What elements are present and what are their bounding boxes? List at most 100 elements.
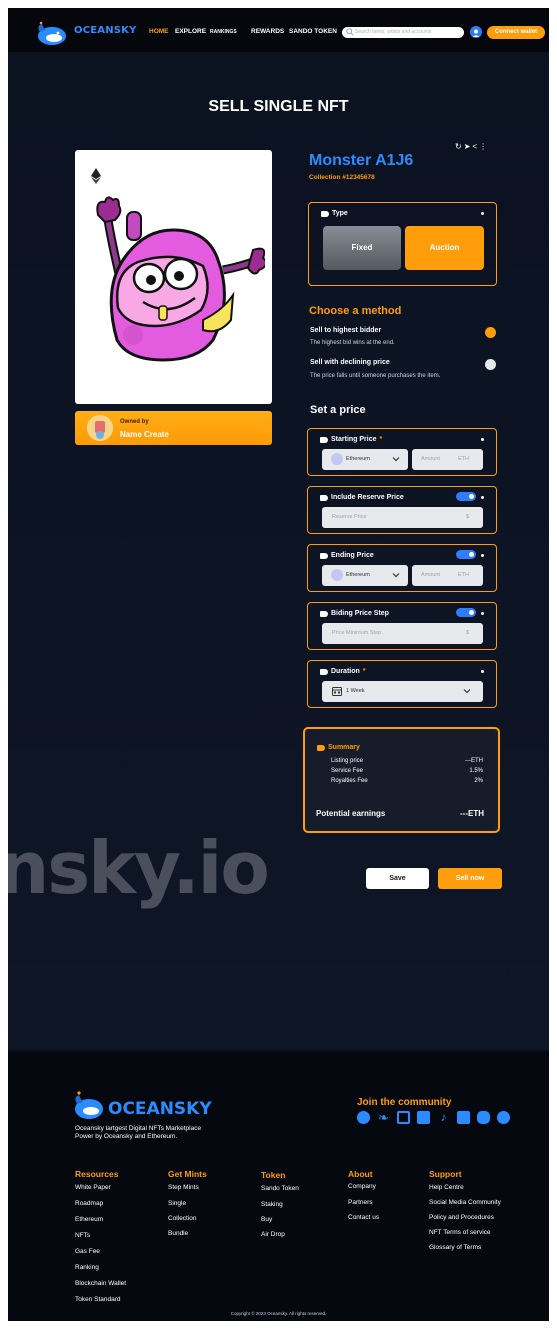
nav-rankings[interactable]: RANKINGS	[210, 29, 237, 35]
footer-link[interactable]: Collection	[168, 1215, 197, 1222]
footer-link[interactable]: Policy and Procedures	[429, 1214, 494, 1221]
watermark-text: nsky.io	[8, 826, 270, 910]
method-highest-bidder-desc: The highest bid wins at the end.	[310, 340, 395, 346]
more-icon[interactable]: ⋮	[479, 142, 489, 151]
price-heading: Set a price	[310, 404, 366, 416]
footer-link[interactable]: Buy	[261, 1216, 272, 1223]
search-placeholder: Search items, artists and accounts	[355, 29, 432, 35]
tag-icon	[320, 494, 328, 501]
discord-icon[interactable]	[477, 1111, 490, 1124]
telegram-icon[interactable]	[497, 1111, 510, 1124]
sell-now-button[interactable]: Sell now	[438, 868, 502, 889]
footer-desc-line2: Power by Oceansky and Ethereum.	[75, 1133, 178, 1140]
starting-price-header: Starting Price *	[320, 436, 382, 443]
footer-link[interactable]: Social Media Community	[429, 1199, 501, 1206]
info-dot-icon[interactable]	[481, 670, 484, 673]
connect-wallet-button[interactable]: Connect wallet	[487, 26, 545, 39]
collection-link[interactable]: Collection #12345678	[309, 174, 375, 181]
footer-link[interactable]: White Paper	[75, 1184, 111, 1191]
facebook-icon[interactable]	[357, 1111, 370, 1124]
summary-row: Service Fee 1.5%	[331, 768, 483, 774]
footer-link[interactable]: Partners	[348, 1199, 373, 1206]
oceansky-logo-icon[interactable]	[34, 20, 70, 46]
search-input[interactable]: Search items, artists and accounts	[342, 27, 464, 38]
starting-currency-select[interactable]: Ethereum	[322, 449, 408, 470]
footer-link[interactable]: Roadmap	[75, 1200, 103, 1207]
page-title: SELL SINGLE NFT	[208, 98, 349, 115]
ending-amount-input[interactable]: Amount ETH	[412, 565, 483, 586]
footer-link[interactable]: Help Centre	[429, 1184, 464, 1191]
youtube-icon[interactable]	[417, 1111, 430, 1124]
info-dot-icon[interactable]	[481, 438, 484, 441]
footer-link[interactable]: NFTs	[75, 1232, 90, 1239]
join-community-label: Join the community	[357, 1097, 452, 1108]
footer-link[interactable]: Token Standard	[75, 1296, 121, 1303]
summary-heading: Summary	[317, 744, 360, 751]
ethereum-icon	[331, 453, 343, 465]
monster-artwork	[96, 196, 265, 362]
footer-link[interactable]: Ethereum	[75, 1216, 103, 1223]
starting-amount-input[interactable]: Amount ETH	[412, 449, 483, 470]
footer-link[interactable]: Staking	[261, 1201, 283, 1208]
ending-currency-select[interactable]: Ethereum	[322, 565, 408, 586]
instagram-icon[interactable]	[397, 1111, 410, 1124]
info-dot-icon[interactable]	[481, 612, 484, 615]
price-step-input[interactable]: Price Minimum Step $	[322, 623, 483, 644]
linkedin-icon[interactable]	[457, 1111, 470, 1124]
save-button[interactable]: Save	[366, 868, 429, 889]
footer-link[interactable]: Single	[168, 1200, 186, 1207]
footer-link[interactable]: Gas Fee	[75, 1248, 100, 1255]
footer-link[interactable]: Air Drop	[261, 1231, 285, 1238]
nft-name: Monster A1J6	[309, 152, 414, 169]
user-icon[interactable]	[470, 26, 482, 38]
info-dot-icon[interactable]	[481, 496, 484, 499]
social-links: ❧ ♪	[357, 1111, 510, 1124]
reserve-price-toggle[interactable]	[456, 492, 476, 501]
ending-price-box: Ending Price Ethereum Amount ETH	[307, 544, 497, 592]
type-auction-button[interactable]: Auction	[405, 226, 484, 270]
method-highest-bidder-radio[interactable]	[485, 327, 496, 338]
method-declining-radio[interactable]	[485, 359, 496, 370]
nav-explore[interactable]: EXPLORE	[175, 28, 206, 35]
footer-link[interactable]: Bundle	[168, 1230, 188, 1237]
footer-heading-resources: Resources	[75, 1169, 119, 1179]
footer-link[interactable]: Glossary of Terms	[429, 1244, 481, 1251]
tiktok-icon[interactable]: ♪	[437, 1111, 450, 1124]
price-step-toggle[interactable]	[456, 608, 476, 617]
method-highest-bidder-title[interactable]: Sell to highest bidder	[310, 327, 381, 334]
owner-name[interactable]: Name Create	[120, 430, 169, 439]
owner-card[interactable]: Owned by Name Create	[75, 411, 272, 445]
oceansky-footer-logo-icon[interactable]	[72, 1090, 106, 1120]
info-dot-icon[interactable]	[481, 554, 484, 557]
nav-sando-token[interactable]: SANDO TOKEN	[289, 28, 337, 35]
refresh-icon[interactable]: ↻	[455, 142, 464, 151]
footer-link[interactable]: Sando Token	[261, 1185, 299, 1192]
footer-link[interactable]: Blockchain Wallet	[75, 1280, 126, 1287]
footer-link[interactable]: Contact us	[348, 1214, 379, 1221]
copyright: Copyright © 2023 Oceansky. All rights re…	[230, 1311, 327, 1316]
brand-name[interactable]: OCEANSKY	[74, 25, 137, 36]
method-declining-desc: The price falls until someone purchases …	[310, 373, 441, 379]
tag-icon	[320, 668, 328, 675]
price-step-box: Biding Price Step Price Minimum Step $	[307, 602, 497, 650]
method-declining-title[interactable]: Sell with declining price	[310, 359, 390, 366]
duration-select[interactable]: 1 Week	[322, 681, 483, 702]
footer-link[interactable]: Company	[348, 1183, 376, 1190]
ending-price-toggle[interactable]	[456, 550, 476, 559]
nav-home[interactable]: HOME	[149, 28, 169, 35]
twitter-icon[interactable]: ❧	[377, 1111, 390, 1124]
footer-brand: OCEANSKY	[108, 1099, 212, 1119]
duration-box: Duration * 1 Week	[307, 660, 497, 708]
footer-link[interactable]: NFT Terms of service	[429, 1229, 491, 1236]
chevron-down-icon	[463, 689, 471, 694]
type-fixed-button[interactable]: Fixed	[323, 226, 401, 270]
chevron-down-icon	[392, 573, 400, 578]
nav-rewards[interactable]: REWARDS	[251, 28, 284, 35]
tag-icon	[320, 552, 328, 559]
footer-link[interactable]: Step Mints	[168, 1184, 199, 1191]
nft-image-card[interactable]	[75, 150, 272, 404]
reserve-price-input[interactable]: Reserve Price $	[322, 507, 483, 528]
tag-icon	[317, 744, 325, 751]
info-dot-icon[interactable]	[481, 212, 484, 215]
footer-link[interactable]: Ranking	[75, 1264, 99, 1271]
